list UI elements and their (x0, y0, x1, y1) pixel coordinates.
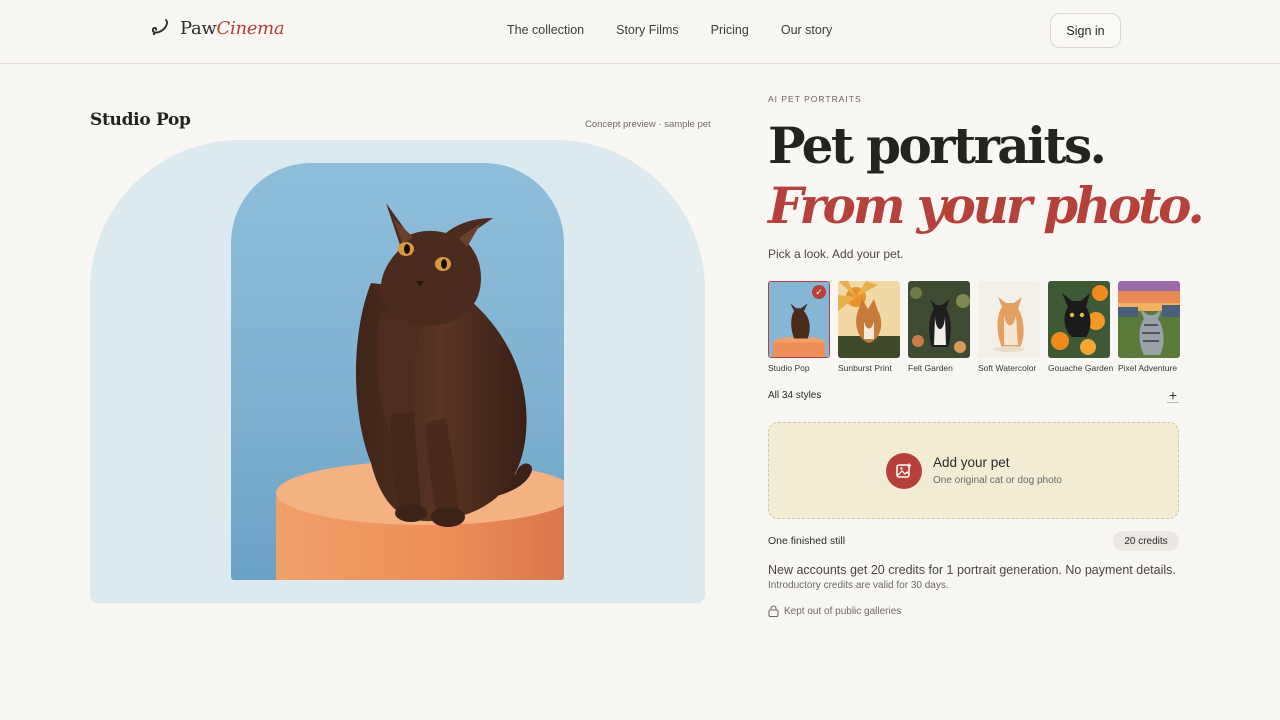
brand-logo[interactable]: PawCinema (149, 17, 285, 39)
style-thumbnail: ✓ (768, 281, 830, 358)
nav-link-pricing[interactable]: Pricing (711, 23, 749, 37)
all-styles-link[interactable]: All 34 styles (768, 390, 821, 401)
preview-style-title: Studio Pop (90, 110, 191, 130)
style-thumbnail (1118, 281, 1180, 358)
style-label: Felt Garden (908, 363, 953, 373)
style-thumbnail (838, 281, 900, 358)
upload-subtitle: One original cat or dog photo (933, 475, 1062, 486)
style-option-studio-pop[interactable]: ✓ Studio Pop (768, 281, 830, 373)
credits-badge: 20 credits (1113, 531, 1179, 551)
headline-line-2: From your photo. (768, 176, 1205, 235)
style-label: Pixel Adventure (1118, 363, 1178, 373)
sample-pet-portrait (231, 163, 564, 580)
nav-link-our-story[interactable]: Our story (781, 23, 832, 37)
brand-swirl-icon (151, 19, 168, 36)
add-photo-icon (886, 453, 922, 489)
style-option-felt-garden[interactable]: Felt Garden (908, 281, 970, 373)
offer-text: New accounts get 20 credits for 1 portra… (768, 563, 1176, 577)
cat-portrait-image (276, 203, 564, 580)
upload-title: Add your pet (933, 455, 1010, 470)
style-option-soft-watercolor[interactable]: Soft Watercolor (978, 281, 1040, 373)
style-label: Studio Pop (768, 363, 810, 373)
style-picker: ✓ Studio Pop Sunburst Print Felt Garden … (768, 281, 1180, 373)
style-option-gouache-garden[interactable]: Gouache Garden (1048, 281, 1114, 373)
main-nav: The collection Story Films Pricing Our s… (507, 23, 832, 37)
hero-subtitle: Pick a look. Add your pet. (768, 247, 904, 261)
nav-link-collection[interactable]: The collection (507, 23, 584, 37)
preview-note: Concept preview · sample pet (585, 119, 711, 130)
style-thumbnail (1048, 281, 1110, 358)
style-label: Sunburst Print (838, 363, 892, 373)
eyebrow-label: AI PET PORTRAITS (768, 94, 862, 104)
deliverable-label: One finished still (768, 535, 846, 547)
brand-name: PawCinema (180, 17, 285, 39)
privacy-note: Kept out of public galleries (768, 605, 901, 617)
headline-line-1: Pet portraits. (768, 116, 1107, 175)
offer-note: Introductory credits are valid for 30 da… (768, 580, 949, 591)
add-pet-dropzone[interactable]: Add your pet One original cat or dog pho… (768, 422, 1179, 519)
privacy-text: Kept out of public galleries (784, 605, 902, 617)
style-thumbnail (978, 281, 1040, 358)
sign-in-button[interactable]: Sign in (1050, 13, 1121, 48)
preview-stage (90, 140, 705, 603)
style-label: Soft Watercolor (978, 363, 1037, 373)
lock-icon (768, 605, 779, 617)
style-option-sunburst-print[interactable]: Sunburst Print (838, 281, 900, 373)
site-header: PawCinema The collection Story Films Pri… (0, 0, 1280, 64)
nav-link-story-films[interactable]: Story Films (616, 23, 679, 37)
style-label: Gouache Garden (1048, 363, 1114, 373)
style-thumbnail (908, 281, 970, 358)
style-option-pixel-adventure[interactable]: Pixel Adventure (1118, 281, 1180, 373)
plus-icon[interactable]: + (1167, 388, 1179, 403)
selected-check-icon: ✓ (812, 285, 826, 299)
